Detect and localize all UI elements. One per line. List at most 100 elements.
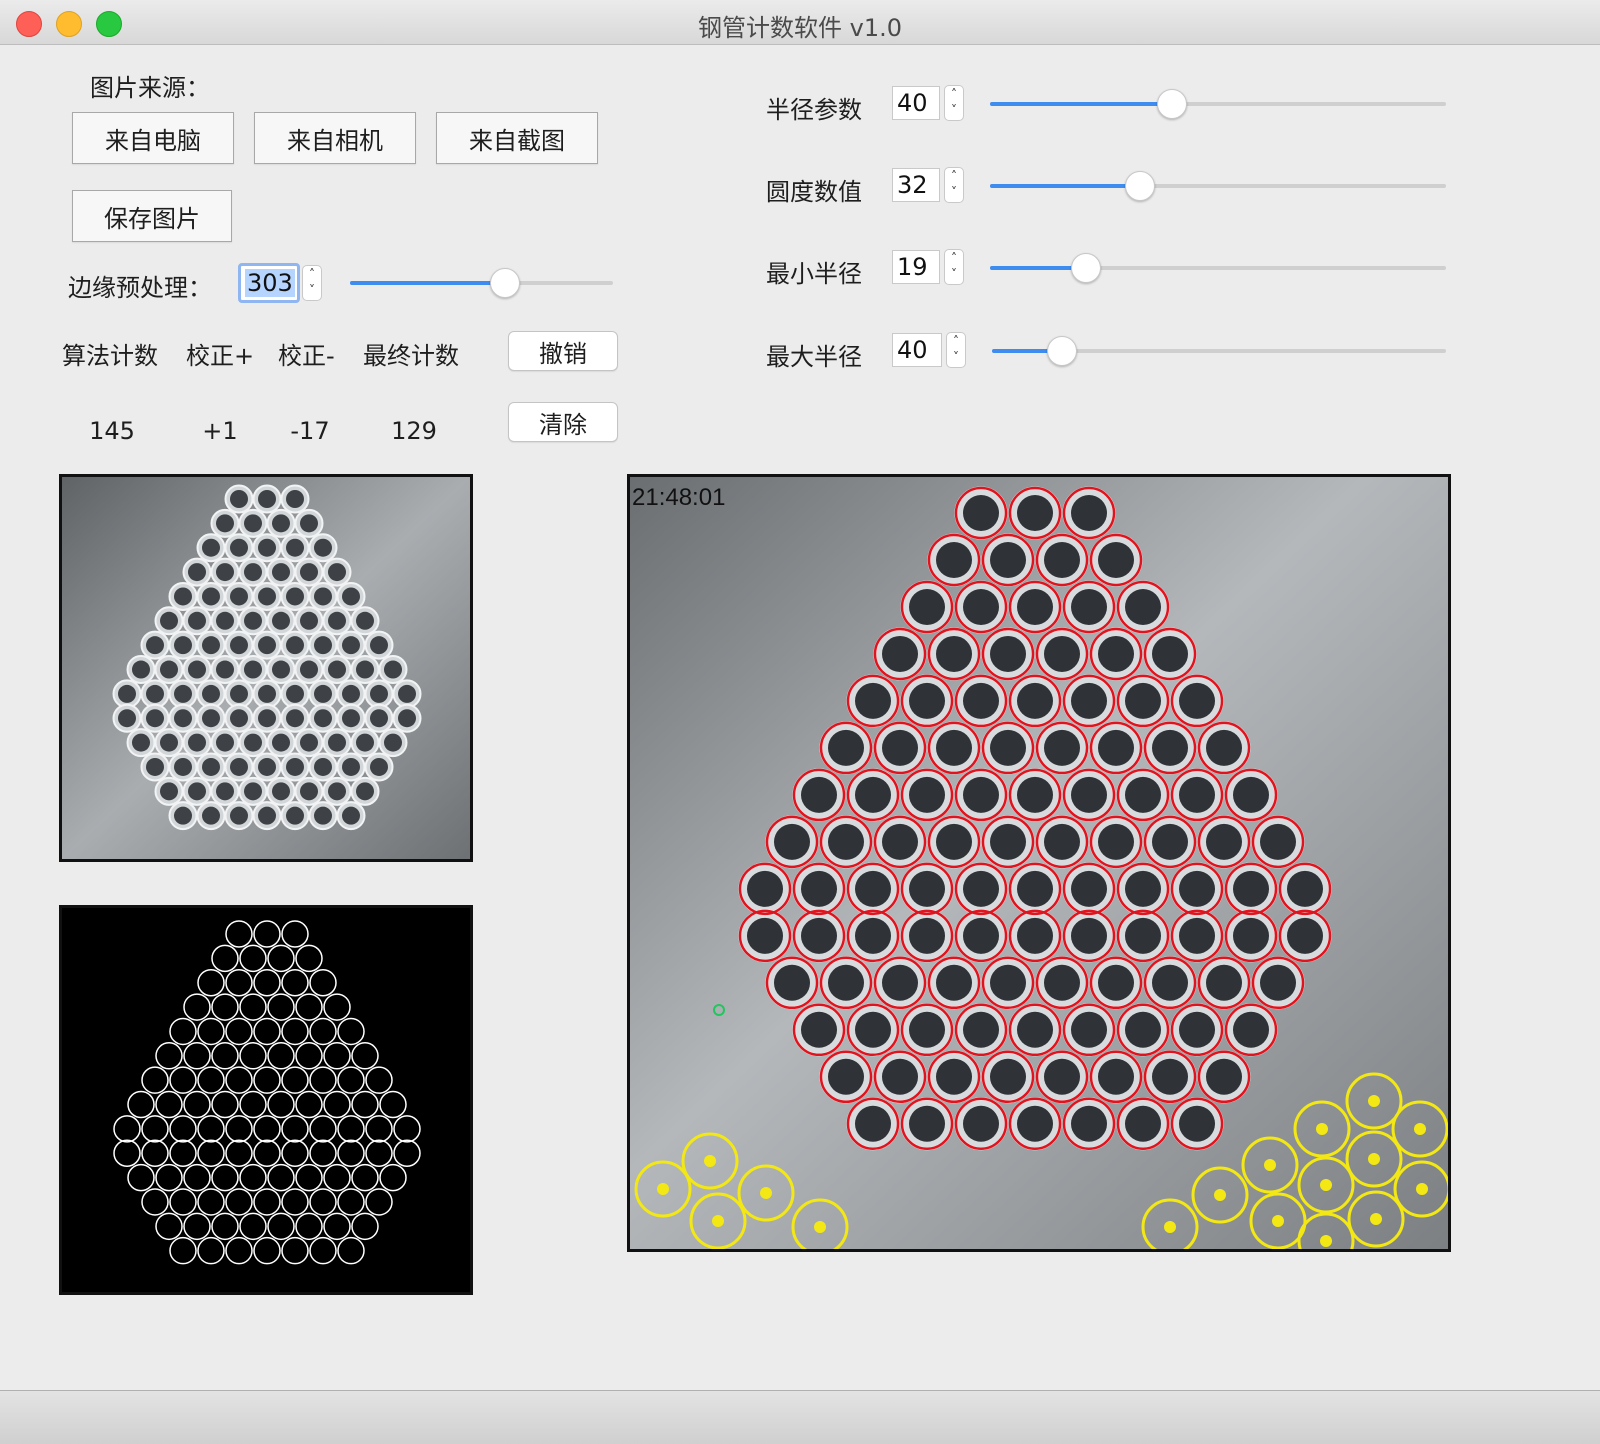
pipe-hole [188,660,206,679]
final-count-value: 129 [391,417,437,445]
pipe-hole [1044,1058,1080,1095]
pipe-hole [1260,964,1296,1001]
removed-mark [1416,1183,1428,1195]
pipe-hole [1287,917,1323,954]
min-radius-label: 最小半径 [766,260,862,288]
pipe-hole [936,823,972,860]
removed-mark [1414,1123,1426,1135]
roundness-input[interactable]: 32 [892,168,940,202]
pipe-hole [258,684,276,703]
pipe-hole [1125,1011,1161,1048]
algorithm-count-header: 算法计数 [62,342,158,370]
pipe-hole [1206,1058,1242,1095]
pipe-hole [855,682,891,719]
max-radius-spinbox[interactable]: 40 ˄ ˅ [892,332,966,368]
correction-plus-header: 校正+ [186,342,255,370]
pipe-hole [990,541,1026,578]
pipe-hole [1017,1011,1053,1048]
pipe-hole [216,782,234,801]
max-radius-stepper[interactable]: ˄ ˅ [946,332,966,368]
edge-preprocess-spinbox[interactable]: 303 ˄ ˅ [238,263,322,303]
slider-handle[interactable] [1125,171,1155,201]
pipe-hole [990,1058,1026,1095]
pipe-hole [286,806,304,825]
title-bar: 钢管计数软件 v1.0 [0,0,1600,45]
pipe-hole [1125,682,1161,719]
pipe-hole [328,563,346,582]
edge-preprocess-stepper[interactable]: ˄ ˅ [302,265,322,301]
pipe-hole [188,611,206,630]
edge-image-preview [59,905,473,1295]
pipe-hole [909,1011,945,1048]
pipe-hole [230,806,248,825]
pipe-hole [370,709,388,728]
pipe-hole [1098,635,1134,672]
pipe-hole [398,709,416,728]
radius-param-spinbox[interactable]: 40 ˄ ˅ [892,85,964,121]
radius-param-slider[interactable] [990,89,1446,119]
radius-param-input[interactable]: 40 [892,86,940,120]
pipe-hole [1179,776,1215,813]
pipe-hole [314,587,332,606]
min-radius-input[interactable]: 19 [892,250,940,284]
detection-result-image[interactable]: 21:48:01 [627,474,1451,1252]
detection-result-canvas[interactable]: 21:48:01 [630,477,1448,1249]
pipe-hole [286,587,304,606]
slider-handle[interactable] [1157,89,1187,119]
pipe-hole [936,964,972,1001]
slider-handle[interactable] [1047,336,1077,366]
pipe-hole [370,636,388,655]
removed-mark [1320,1179,1332,1191]
roundness-slider[interactable] [990,171,1446,201]
pipe-hole [963,588,999,625]
from-computer-button[interactable]: 来自电脑 [72,112,234,164]
pipe-hole [909,870,945,907]
slider-fill [990,102,1172,106]
from-camera-button[interactable]: 来自相机 [254,112,416,164]
pipe-hole [1233,776,1269,813]
edge-preprocess-input[interactable]: 303 [238,263,300,303]
pipe-hole [828,729,864,766]
min-radius-slider[interactable] [990,253,1446,283]
roundness-spinbox[interactable]: 32 ˄ ˅ [892,167,964,203]
pipe-hole [855,1105,891,1142]
min-radius-stepper[interactable]: ˄ ˅ [944,249,964,285]
pipe-hole [909,776,945,813]
pipe-hole [1017,682,1053,719]
pipe-hole [300,514,318,533]
pipe-hole [801,776,837,813]
clear-button[interactable]: 清除 [508,402,618,442]
min-radius-spinbox[interactable]: 19 ˄ ˅ [892,249,964,285]
pipe-hole [1071,776,1107,813]
pipe-hole [188,782,206,801]
pipe-hole [909,588,945,625]
pipe-hole [118,709,136,728]
pipe-hole [328,660,346,679]
radius-param-stepper[interactable]: ˄ ˅ [944,85,964,121]
roundness-stepper[interactable]: ˄ ˅ [944,167,964,203]
removed-mark [1368,1095,1380,1107]
pipe-hole [828,1058,864,1095]
undo-button[interactable]: 撤销 [508,331,618,371]
pipe-hole [1152,1058,1188,1095]
pipe-hole [202,587,220,606]
max-radius-input[interactable]: 40 [892,333,942,367]
from-screenshot-button[interactable]: 来自截图 [436,112,598,164]
pipe-hole [936,635,972,672]
save-image-button[interactable]: 保存图片 [72,190,232,242]
slider-handle[interactable] [1071,253,1101,283]
edge-preprocess-slider[interactable] [350,268,613,298]
pipe-hole [216,660,234,679]
radius-param-label: 半径参数 [766,96,862,124]
max-radius-slider[interactable] [992,336,1446,366]
removed-mark [1320,1235,1332,1247]
steel-pipes-photo [62,477,470,859]
removed-mark [1368,1153,1380,1165]
pipe-hole [174,684,192,703]
slider-handle[interactable] [490,268,520,298]
pipe-hole [855,776,891,813]
pipe-hole [314,757,332,776]
removed-mark [1316,1123,1328,1135]
pipe-hole [356,611,374,630]
pipe-hole [314,636,332,655]
